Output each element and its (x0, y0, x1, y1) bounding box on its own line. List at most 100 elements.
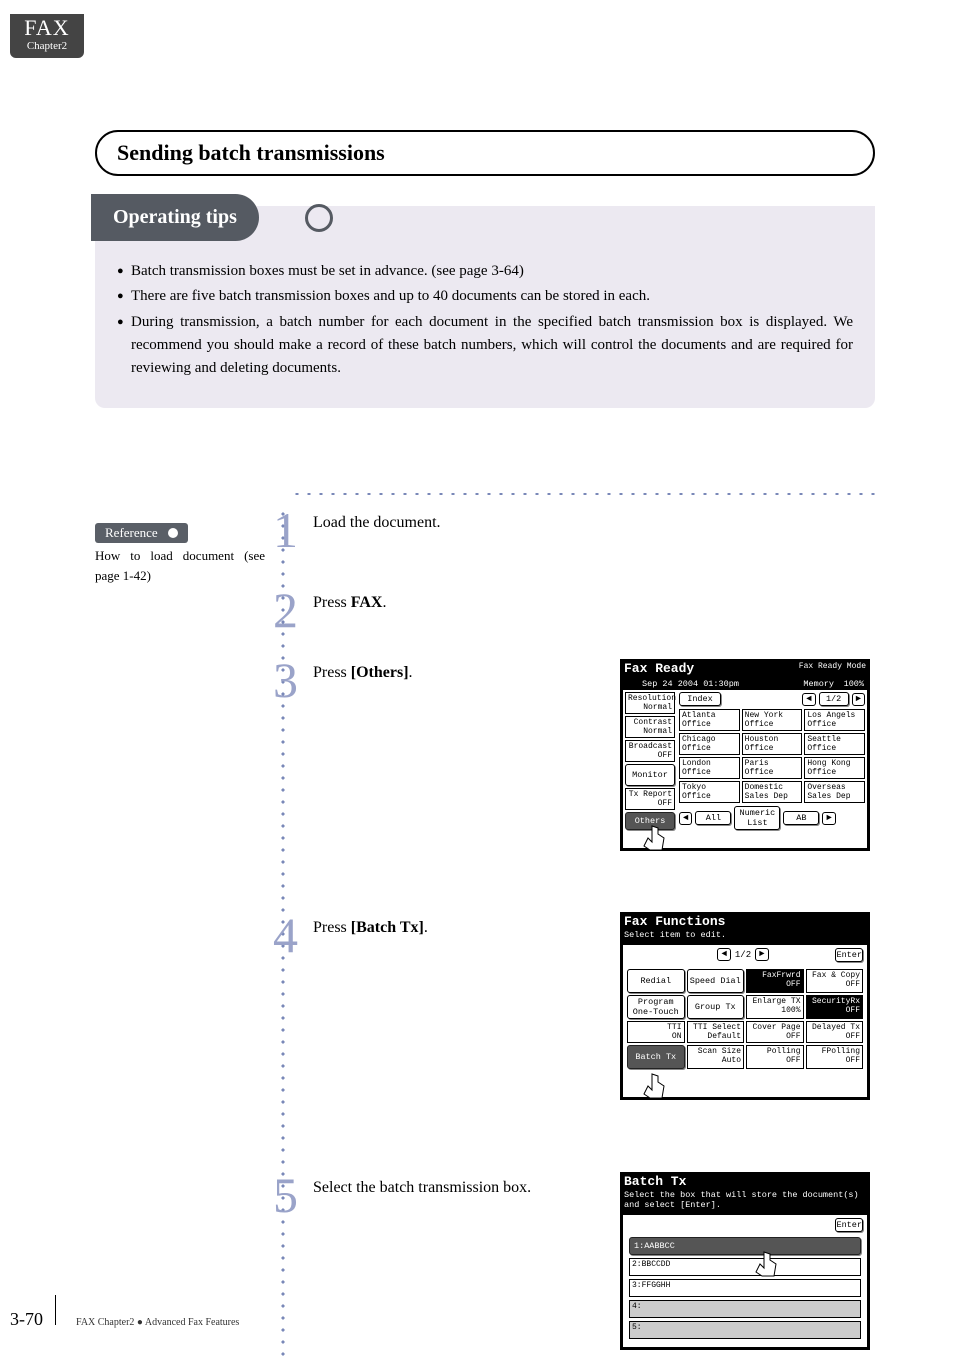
tab-title: FAX (10, 14, 84, 39)
step-number: 5 (273, 1175, 298, 1215)
monitor-button[interactable]: Monitor (625, 764, 675, 786)
fn-scan-size[interactable]: Scan Size Auto (687, 1045, 745, 1069)
step-text: Press [Others]. (313, 664, 613, 682)
enter-button[interactable]: Enter (835, 948, 863, 962)
step-number: 1 (273, 510, 298, 550)
section-title: Sending batch transmissions (95, 130, 875, 176)
dest-cell[interactable]: Chicago Office (679, 733, 740, 755)
all-button[interactable]: All (695, 811, 731, 825)
screen-sub: Select the box that will store the docum… (624, 1190, 866, 1210)
fn-fax-copy[interactable]: Fax & Copy OFF (806, 969, 864, 993)
page-left-icon[interactable]: ◄ (802, 693, 815, 706)
page-number: 3-70 (10, 1309, 43, 1330)
fn-speed-dial[interactable]: Speed Dial (687, 969, 745, 993)
dest-cell[interactable]: Overseas Sales Dep (804, 781, 865, 803)
page-left-icon[interactable]: ◄ (717, 948, 730, 961)
batch-tx-button[interactable]: Batch Tx (627, 1045, 685, 1069)
footer-bar (55, 1295, 56, 1325)
reference-pill: Reference (95, 523, 188, 543)
batch-box-item[interactable]: 4: (629, 1300, 861, 1318)
left-btn[interactable]: Tx Report OFF (625, 788, 675, 810)
step-4: 4 Press [Batch Tx]. (273, 915, 298, 955)
step-number: 4 (273, 915, 298, 955)
step-3: 3 Press [Others]. (273, 660, 298, 700)
step-text: Load the document. (313, 514, 613, 532)
page-right-icon[interactable]: ► (755, 948, 768, 961)
batch-tx-screen: Batch Tx Select the box that will store … (620, 1172, 870, 1350)
step-5: 5 Select the batch transmission box. (273, 1175, 298, 1215)
memory-label: Memory (803, 679, 834, 689)
dest-cell[interactable]: Seattle Office (804, 733, 865, 755)
scroll-right-icon[interactable]: ► (822, 812, 835, 825)
reference-dot-icon (168, 528, 178, 538)
operating-tips-header: Operating tips (91, 194, 259, 241)
dest-cell[interactable]: London Office (679, 757, 740, 779)
fn-group-tx[interactable]: Group Tx (687, 995, 745, 1019)
fn-cover[interactable]: Cover Page OFF (746, 1021, 804, 1043)
index-button[interactable]: Index (679, 692, 721, 706)
operating-tips-box: Operating tips Batch transmission boxes … (95, 206, 875, 408)
dest-cell[interactable]: Tokyo Office (679, 781, 740, 803)
fn-delayed[interactable]: Delayed Tx OFF (806, 1021, 864, 1043)
page-footer: 3-70 FAX Chapter2 ● Advanced Fax Feature… (10, 1295, 239, 1330)
dest-cell[interactable]: Domestic Sales Dep (742, 781, 803, 803)
fax-functions-screen: Fax Functions Select item to edit. ◄ 1/2… (620, 912, 870, 1100)
fn-tti[interactable]: TTI ON (627, 1021, 685, 1043)
reference-label: Reference (105, 525, 158, 541)
screen-mode: Fax Ready Mode (799, 662, 866, 671)
step-number: 3 (273, 660, 298, 700)
screen-title: Batch Tx (624, 1174, 686, 1189)
dotted-separator (291, 493, 875, 495)
hand-pointer-icon (750, 1250, 790, 1293)
fn-security[interactable]: SecurityRx OFF (806, 995, 864, 1019)
batch-box-item[interactable]: 5: (629, 1321, 861, 1339)
batch-box-item[interactable]: 1:AABBCC (629, 1237, 861, 1255)
fn-fpolling[interactable]: FPolling OFF (806, 1045, 864, 1069)
step-1: 1 Load the document. (273, 510, 298, 550)
page-indicator: 1/2 (735, 950, 751, 960)
numlist-button[interactable]: Numeric List (734, 806, 780, 830)
fn-tti-select[interactable]: TTI Select Default (687, 1021, 745, 1043)
left-btn[interactable]: Broadcast OFF (625, 740, 675, 762)
left-btn[interactable]: Contrast Normal (625, 716, 675, 738)
ab-button[interactable]: AB (783, 811, 819, 825)
fn-redial[interactable]: Redial (627, 969, 685, 993)
page-right-icon[interactable]: ► (852, 693, 865, 706)
chapter-tab: FAX Chapter2 (10, 14, 84, 58)
fn-enlarge[interactable]: Enlarge TX 100% (746, 995, 804, 1019)
tips-item: During transmission, a batch number for … (117, 311, 853, 381)
hand-pointer-icon (638, 1072, 678, 1115)
dest-cell[interactable]: Atlanta Office (679, 709, 740, 731)
dest-cell[interactable]: Los Angels Office (804, 709, 865, 731)
dest-cell[interactable]: Paris Office (742, 757, 803, 779)
batch-box-item[interactable]: 3:FFGGHH (629, 1279, 861, 1297)
footer-text: FAX Chapter2 ● Advanced Fax Features (76, 1317, 239, 1328)
tips-item: Batch transmission boxes must be set in … (117, 260, 853, 283)
fax-ready-screen: Fax Ready Fax Ready Mode Sep 24 2004 01:… (620, 659, 870, 851)
step-text: Press [Batch Tx]. (313, 919, 613, 937)
fn-polling[interactable]: Polling OFF (746, 1045, 804, 1069)
left-btn[interactable]: Resolution Normal (625, 692, 675, 714)
dest-cell[interactable]: Hong Kong Office (804, 757, 865, 779)
hand-pointer-icon (638, 824, 678, 867)
dest-cell[interactable]: Houston Office (742, 733, 803, 755)
screen-date: Sep 24 2004 01:30pm (642, 679, 739, 689)
screen-sub: Select item to edit. (624, 930, 726, 940)
step-number: 2 (273, 590, 298, 630)
reference-text: How to load document (see page 1-42) (95, 546, 265, 585)
tips-dot-icon (305, 204, 333, 232)
enter-button[interactable]: Enter (835, 1218, 863, 1232)
step-text: Select the batch transmission box. (313, 1179, 613, 1197)
screen-title: Fax Functions (624, 914, 725, 929)
tips-item: There are five batch transmission boxes … (117, 285, 853, 308)
fn-faxfrwrd[interactable]: FaxFrwrd OFF (746, 969, 804, 993)
grid-row: Atlanta Office New York Office Los Angel… (679, 709, 865, 731)
scroll-left-icon[interactable]: ◄ (679, 812, 692, 825)
tab-sub: Chapter2 (10, 39, 84, 53)
memory-pct: 100% (844, 679, 864, 689)
batch-box-item[interactable]: 2:BBCCDD (629, 1258, 861, 1276)
dest-cell[interactable]: New York Office (742, 709, 803, 731)
screen-title: Fax Ready (624, 661, 694, 676)
fn-program[interactable]: Program One-Touch (627, 995, 685, 1019)
step-text: Press FAX. (313, 594, 613, 612)
